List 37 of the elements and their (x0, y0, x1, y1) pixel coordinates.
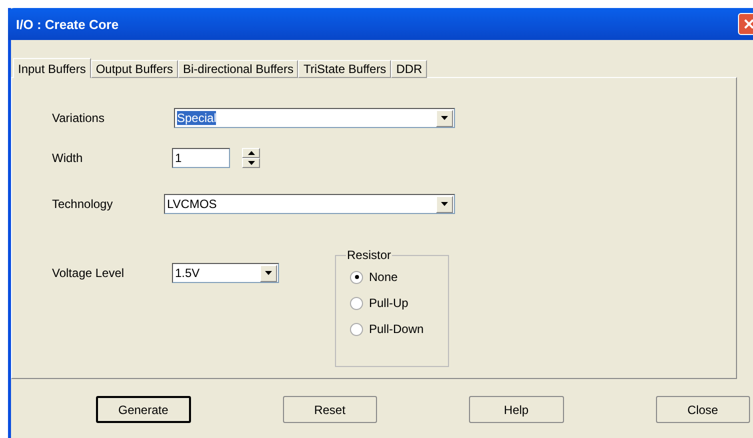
dropdown[interactable]: Special (174, 108, 455, 128)
field-label: Width (52, 151, 84, 165)
dropdown-arrow-icon (265, 271, 272, 275)
dropdown-arrow-icon (441, 202, 448, 206)
dropdown-value: Special (177, 111, 216, 125)
tab[interactable]: Bi-directional Buffers (178, 60, 298, 78)
dropdown-value: LVCMOS (167, 197, 217, 211)
dropdown-button[interactable] (260, 264, 277, 282)
dialog-button[interactable]: Reset (282, 396, 378, 423)
tab[interactable]: Input Buffers (13, 58, 91, 78)
field-label: Voltage Level (52, 266, 126, 280)
dialog-button[interactable]: Close (656, 396, 750, 423)
dropdown-arrow-icon (441, 116, 448, 120)
dialog-button[interactable]: Generate (96, 396, 191, 423)
dropdown[interactable]: 1.5V (172, 263, 279, 283)
dropdown-button[interactable] (436, 110, 453, 126)
field-label: Variations (52, 111, 106, 125)
number-field[interactable]: 1 (172, 148, 230, 168)
dropdown-arrow-icon (248, 161, 254, 165)
radio-option[interactable]: Pull-Up (350, 296, 448, 310)
dropdown[interactable]: LVCMOS (164, 194, 455, 214)
radio-option[interactable]: None (350, 270, 448, 284)
close-icon (744, 19, 753, 29)
tab[interactable]: DDR (391, 60, 428, 78)
spin-up-button[interactable] (242, 148, 260, 158)
dialog-button[interactable]: Help (469, 396, 564, 423)
tab[interactable]: Output Buffers (90, 60, 178, 78)
radio-option[interactable]: Pull-Down (350, 322, 448, 336)
field-label: Technology (52, 197, 114, 211)
group-title: Resistor (346, 248, 392, 262)
field-value: 1 (175, 151, 182, 165)
dropdown-value: 1.5V (175, 266, 200, 280)
up-arrow-icon (248, 151, 254, 155)
tab[interactable]: TriState Buffers (298, 60, 392, 78)
window-title: I/O : Create Core (16, 16, 119, 32)
dropdown-button[interactable] (436, 196, 453, 212)
spin-down-button[interactable] (242, 158, 260, 168)
